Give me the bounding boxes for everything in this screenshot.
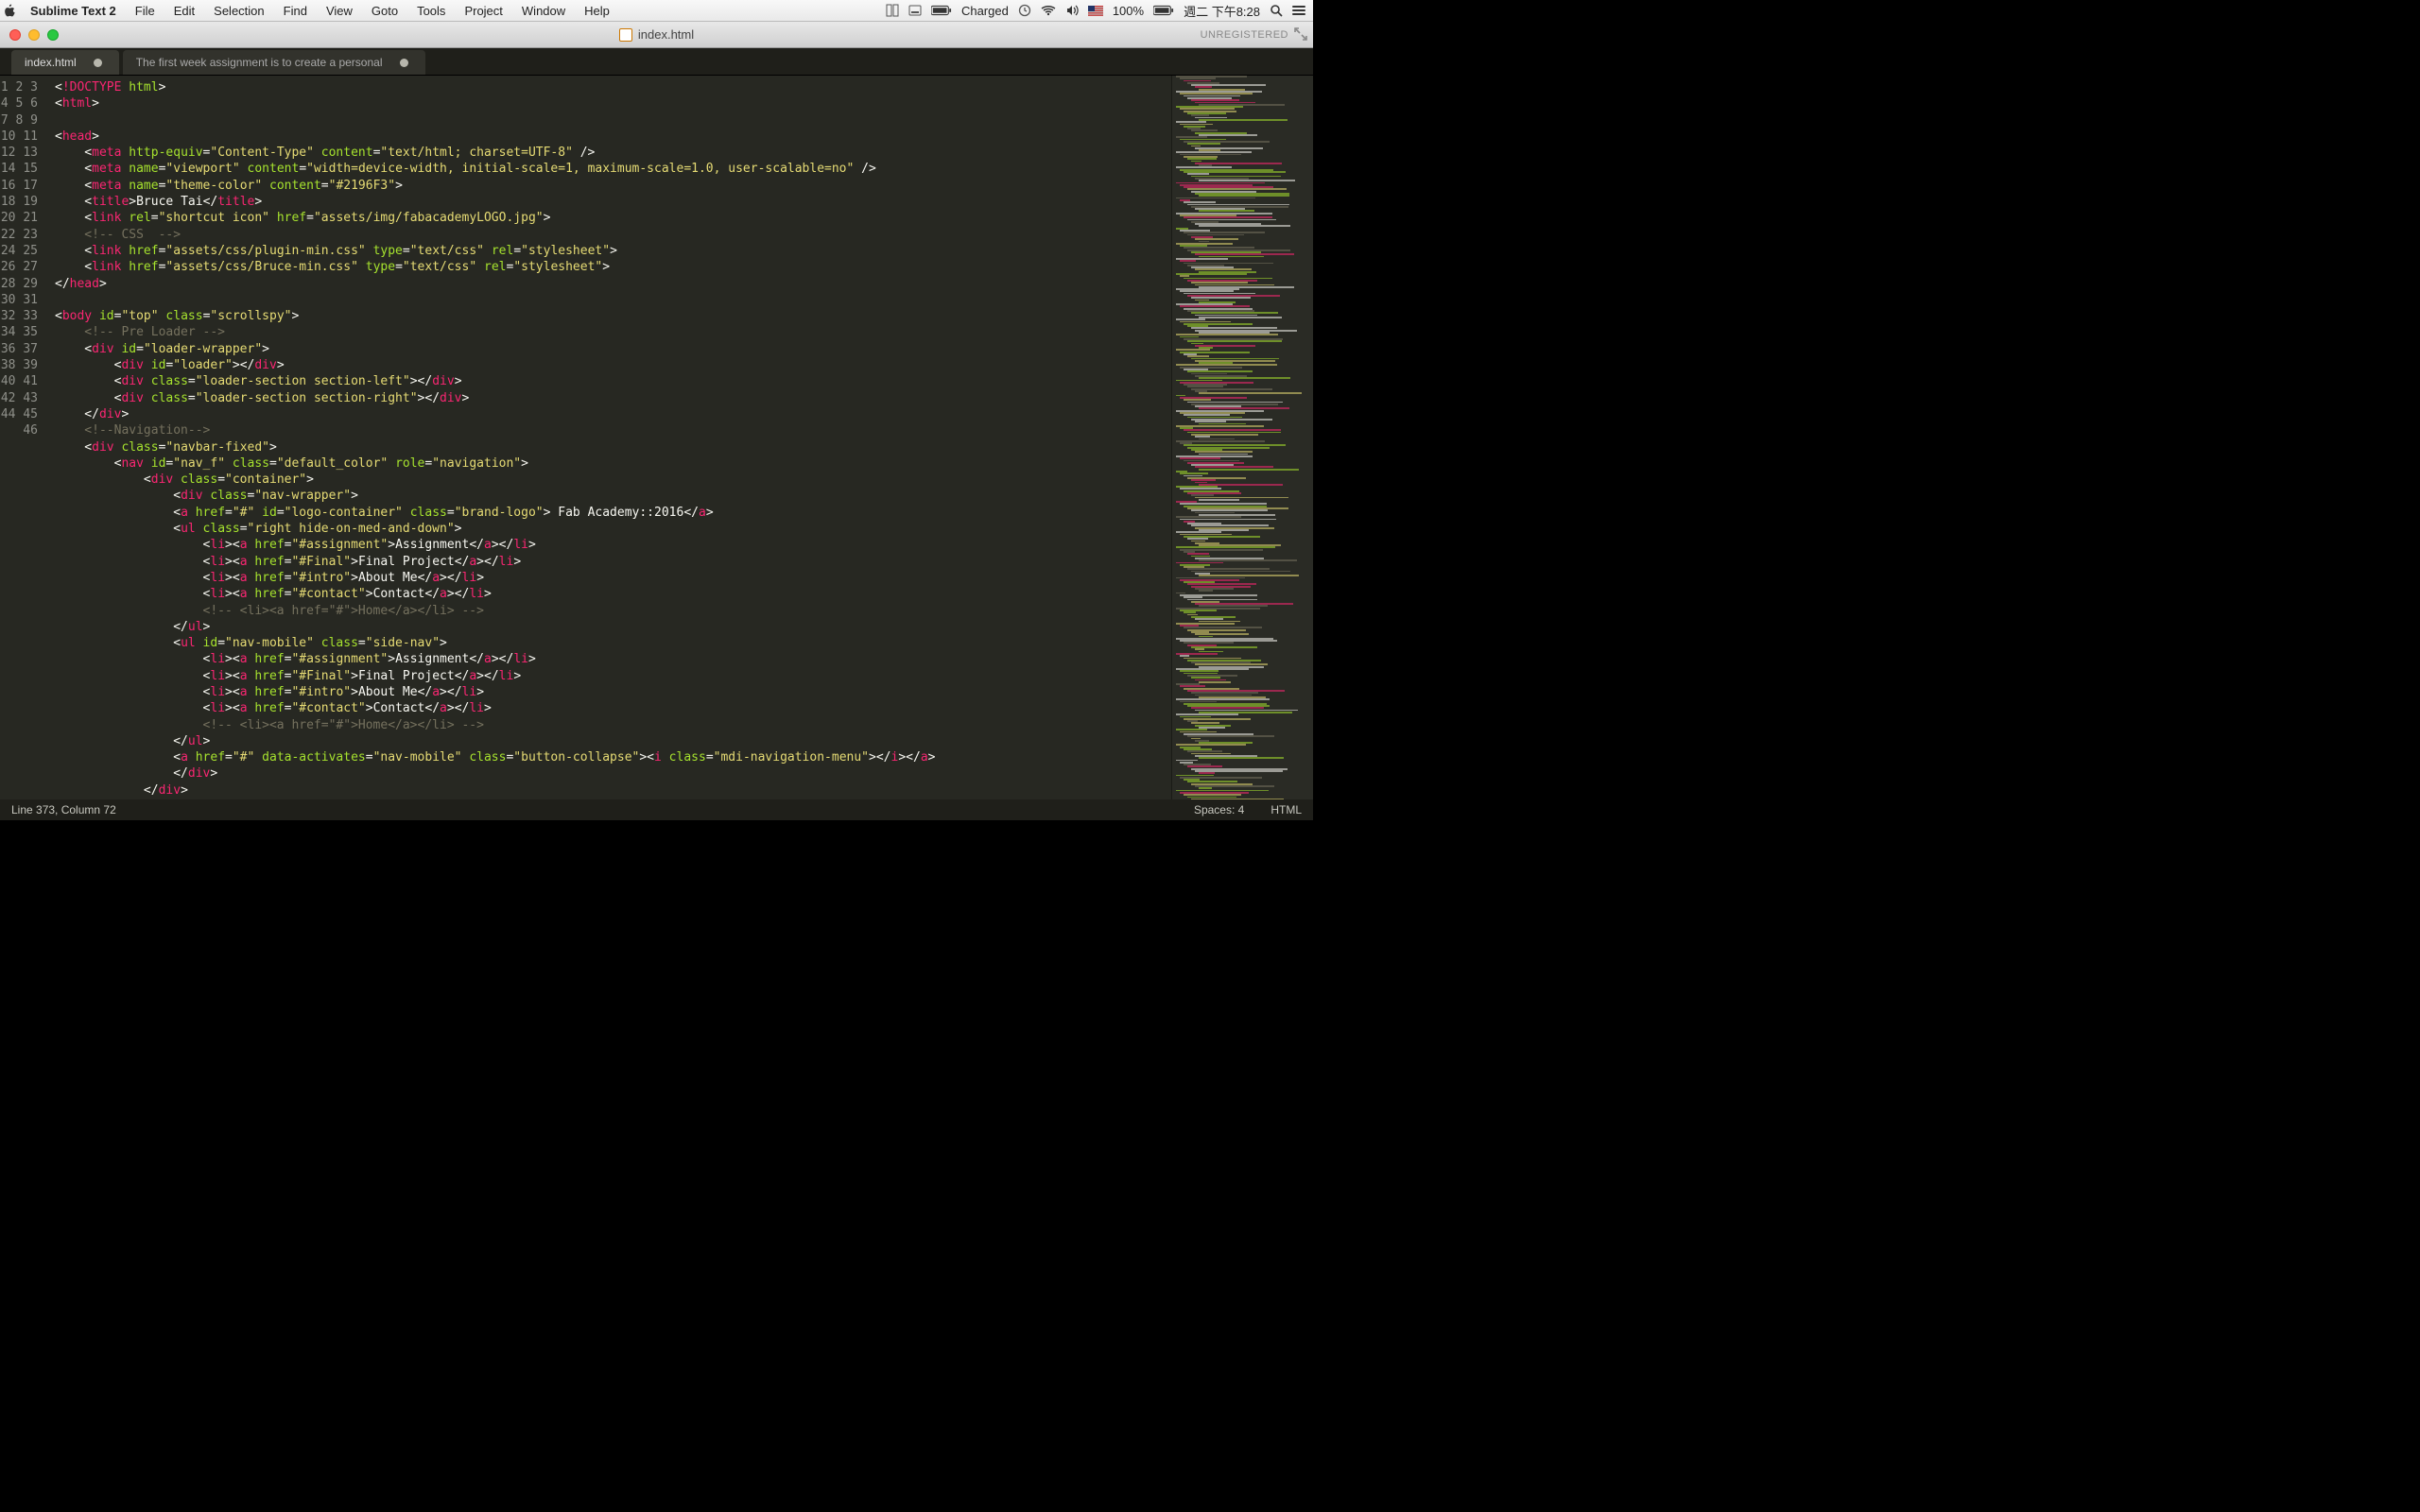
- code-line: <li><a href="#contact">Contact</a></li>: [55, 700, 1171, 716]
- code-line: <ul id="nav-mobile" class="side-nav">: [55, 635, 1171, 651]
- code-line: <div class="loader-section section-right…: [55, 390, 1171, 406]
- file-icon: [619, 28, 632, 42]
- fullscreen-icon[interactable]: [1294, 27, 1307, 41]
- menubar-app-name: Sublime Text 2: [21, 4, 126, 18]
- code-line: <div class="navbar-fixed">: [55, 439, 1171, 455]
- menu-project[interactable]: Project: [455, 4, 511, 18]
- code-line: <!-- CSS -->: [55, 227, 1171, 243]
- menu-selection[interactable]: Selection: [204, 4, 273, 18]
- disk-icon: [908, 4, 922, 17]
- code-line: <link href="assets/css/plugin-min.css" t…: [55, 243, 1171, 259]
- menu-window[interactable]: Window: [512, 4, 575, 18]
- zoom-button[interactable]: [47, 29, 59, 41]
- window-title: index.html: [0, 27, 1313, 42]
- code-line: <!--Navigation-->: [55, 422, 1171, 438]
- macos-menubar: Sublime Text 2 FileEditSelectionFindView…: [0, 0, 1313, 22]
- code-line: <!-- <li><a href="#">Home</a></li> -->: [55, 603, 1171, 619]
- code-line: <head>: [55, 129, 1171, 145]
- menubar-clock[interactable]: 週二 下午8:28: [1184, 2, 1260, 20]
- spotlight-icon[interactable]: [1270, 4, 1283, 17]
- tab-label: index.html: [25, 56, 77, 69]
- tab[interactable]: The first week assignment is to create a…: [123, 50, 425, 75]
- battery-small-icon: [1153, 5, 1174, 16]
- menu-view[interactable]: View: [317, 4, 362, 18]
- code-line: <a href="#" data-activates="nav-mobile" …: [55, 749, 1171, 765]
- code-line: <li><a href="#Final">Final Project</a></…: [55, 668, 1171, 684]
- code-line: <div id="loader-wrapper">: [55, 341, 1171, 357]
- code-line: [55, 112, 1171, 129]
- code-line: [55, 292, 1171, 308]
- sound-icon[interactable]: [1065, 4, 1079, 17]
- code-line: <li><a href="#assignment">Assignment</a>…: [55, 651, 1171, 667]
- code-line: <ul class="right hide-on-med-and-down">: [55, 521, 1171, 537]
- battery-icon[interactable]: [931, 5, 952, 16]
- code-line: <li><a href="#Final">Final Project</a></…: [55, 554, 1171, 570]
- menu-find[interactable]: Find: [274, 4, 317, 18]
- notification-center-icon[interactable]: [1292, 6, 1305, 15]
- dirty-indicator-icon: [400, 59, 408, 67]
- apple-icon[interactable]: [0, 4, 21, 17]
- code-line: <meta http-equiv="Content-Type" content=…: [55, 145, 1171, 161]
- menu-goto[interactable]: Goto: [362, 4, 407, 18]
- code-line: </ul>: [55, 733, 1171, 749]
- unregistered-label: UNREGISTERED: [1201, 29, 1288, 41]
- status-bar: Line 373, Column 72 Spaces: 4 HTML: [0, 799, 1313, 820]
- code-line: <li><a href="#contact">Contact</a></li>: [55, 586, 1171, 602]
- menu-file[interactable]: File: [126, 4, 164, 18]
- code-line: <div id="loader"></div>: [55, 357, 1171, 373]
- tab-label: The first week assignment is to create a…: [136, 56, 383, 69]
- battery-percent: 100%: [1113, 4, 1144, 18]
- minimize-button[interactable]: [28, 29, 40, 41]
- code-line: <li><a href="#intro">About Me</a></li>: [55, 570, 1171, 586]
- close-button[interactable]: [9, 29, 21, 41]
- code-line: <div class="nav-wrapper">: [55, 488, 1171, 504]
- code-line: <li><a href="#intro">About Me</a></li>: [55, 684, 1171, 700]
- code-line: <link rel="shortcut icon" href="assets/i…: [55, 210, 1171, 226]
- menu-edit[interactable]: Edit: [164, 4, 204, 18]
- code-line: <title>Bruce Tai</title>: [55, 194, 1171, 210]
- indent-setting[interactable]: Spaces: 4: [1194, 803, 1244, 816]
- code-line: <!DOCTYPE html>: [55, 79, 1171, 95]
- minimap[interactable]: [1171, 76, 1313, 799]
- window-titlebar: index.html UNREGISTERED: [0, 22, 1313, 48]
- menubar-status: Charged 100% 週二 下午8:28: [886, 2, 1313, 20]
- code-line: </div>: [55, 765, 1171, 782]
- code-line: <link href="assets/css/Bruce-min.css" ty…: [55, 259, 1171, 275]
- code-line: </div>: [55, 406, 1171, 422]
- code-line: <!-- Pre Loader -->: [55, 324, 1171, 340]
- gutter: 1 2 3 4 5 6 7 8 9 10 11 12 13 14 15 16 1…: [0, 76, 47, 799]
- code-line: </div>: [55, 782, 1171, 799]
- syntax-setting[interactable]: HTML: [1270, 803, 1302, 816]
- code-line: <meta name="viewport" content="width=dev…: [55, 161, 1171, 177]
- code-area[interactable]: <!DOCTYPE html><html> <head> <meta http-…: [47, 76, 1171, 799]
- code-line: </ul>: [55, 619, 1171, 635]
- menu-help[interactable]: Help: [575, 4, 619, 18]
- battery-label: Charged: [961, 4, 1009, 18]
- tab[interactable]: index.html: [11, 50, 119, 75]
- indicator-icon: [886, 4, 899, 17]
- code-line: <nav id="nav_f" class="default_color" ro…: [55, 455, 1171, 472]
- code-line: <meta name="theme-color" content="#2196F…: [55, 178, 1171, 194]
- timemachine-icon[interactable]: [1018, 4, 1031, 17]
- dirty-indicator-icon: [94, 59, 102, 67]
- code-line: <body id="top" class="scrollspy">: [55, 308, 1171, 324]
- code-line: <!-- <li><a href="#">Home</a></li> -->: [55, 717, 1171, 733]
- traffic-lights: [0, 29, 59, 41]
- tab-bar: index.html The first week assignment is t…: [0, 48, 1313, 76]
- wifi-icon[interactable]: [1041, 5, 1056, 16]
- code-line: </head>: [55, 276, 1171, 292]
- cursor-position[interactable]: Line 373, Column 72: [11, 803, 116, 816]
- code-line: <div class="container">: [55, 472, 1171, 488]
- flag-icon[interactable]: [1088, 6, 1103, 16]
- code-line: <div class="loader-section section-left"…: [55, 373, 1171, 389]
- code-line: <html>: [55, 95, 1171, 112]
- menu-tools[interactable]: Tools: [407, 4, 455, 18]
- code-line: <li><a href="#assignment">Assignment</a>…: [55, 537, 1171, 553]
- editor: 1 2 3 4 5 6 7 8 9 10 11 12 13 14 15 16 1…: [0, 76, 1313, 799]
- code-line: <a href="#" id="logo-container" class="b…: [55, 505, 1171, 521]
